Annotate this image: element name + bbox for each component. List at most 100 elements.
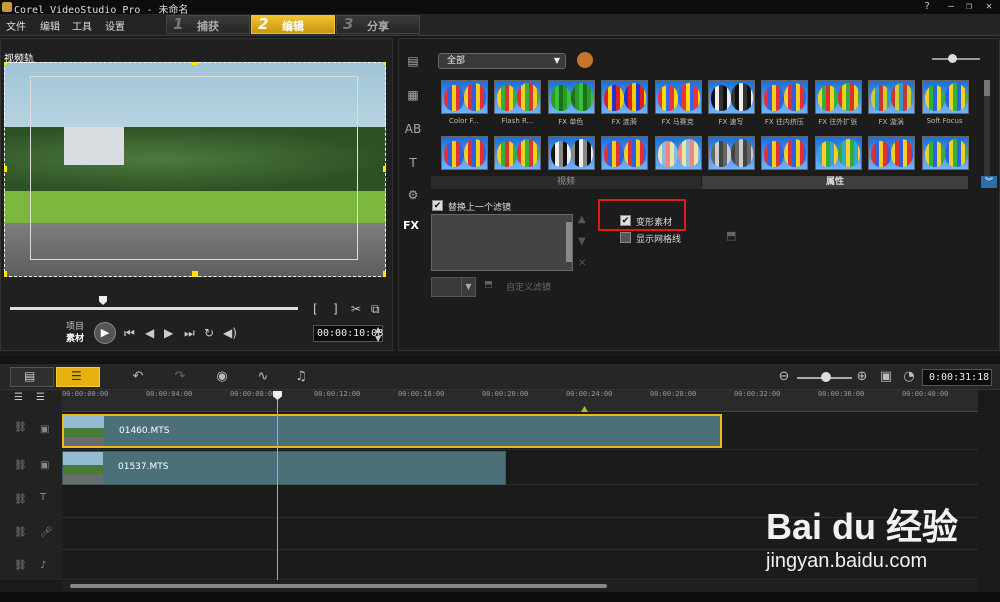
grid-settings-icon[interactable]: ⬒ <box>726 229 742 243</box>
media-icon[interactable]: ▤ <box>404 54 422 70</box>
title-track-lock-icon[interactable]: ⛓ <box>14 494 27 505</box>
maximize-button[interactable]: ❐ <box>962 1 976 13</box>
filter-thumbnail[interactable] <box>921 136 969 170</box>
filter-thumbnail[interactable] <box>654 136 702 170</box>
overlay-clip[interactable]: 01537.MTS <box>62 451 506 485</box>
tab-video[interactable]: 视频 <box>431 176 701 189</box>
step-capture[interactable]: 1 捕获 <box>166 15 250 34</box>
menu-tools[interactable]: 工具 <box>72 18 92 33</box>
filter-thumbnail[interactable] <box>494 136 542 170</box>
volume-icon[interactable]: ◀) <box>223 326 237 340</box>
end-icon[interactable]: ⏭ <box>184 326 195 341</box>
delete-filter-icon[interactable]: ✕ <box>578 258 586 269</box>
fit-project-icon[interactable]: ▣ <box>876 369 896 385</box>
play-mode[interactable]: 项目 素材 <box>66 321 84 345</box>
mark-out-icon[interactable]: ] <box>333 302 338 316</box>
filter-thumbnail[interactable] <box>601 136 649 170</box>
slider-knob[interactable] <box>821 372 831 382</box>
preview-video[interactable] <box>4 62 386 277</box>
filter-thumbnail[interactable] <box>868 80 916 114</box>
title-icon[interactable]: AB <box>404 122 422 138</box>
track-manager-icon[interactable]: ☰ <box>14 392 23 403</box>
timecode-spinner-icon[interactable]: ▲ ▼ <box>375 325 381 343</box>
browse-icon[interactable] <box>577 52 593 68</box>
mode-clip[interactable]: 素材 <box>66 333 84 345</box>
move-up-icon[interactable]: ▲ <box>578 214 586 225</box>
menu-settings[interactable]: 设置 <box>105 18 125 33</box>
enlarge-icon[interactable]: ⧉ <box>371 302 380 317</box>
filter-thumbnail[interactable] <box>547 136 595 170</box>
filter-thumbnail[interactable] <box>601 80 649 114</box>
transform-frame[interactable] <box>30 76 358 260</box>
expand-options-icon[interactable]: ︾ <box>981 176 997 188</box>
timecode-display[interactable]: 00:00:10:08 <box>313 325 383 342</box>
filter-thumbnail[interactable] <box>441 80 488 114</box>
minimize-button[interactable]: — <box>944 1 958 13</box>
zoom-in-icon[interactable]: ⊕ <box>852 369 872 385</box>
preset-dropdown[interactable]: ▼ <box>431 277 476 297</box>
voice-track-lock-icon[interactable]: ⛓ <box>14 527 27 538</box>
filter-thumbnail[interactable] <box>868 136 916 170</box>
panel-splitter[interactable] <box>0 356 1000 364</box>
transition-icon[interactable]: ▦ <box>404 88 422 104</box>
video-clip[interactable]: 01460.MTS <box>62 414 722 448</box>
auto-music-icon[interactable]: ♫ <box>291 369 311 385</box>
timeline-playhead[interactable] <box>277 392 278 580</box>
close-button[interactable]: ✕ <box>982 1 996 13</box>
timeline-ruler[interactable]: 00:00:00:00 00:00:04:00 00:00:08:00 00:0… <box>62 390 978 412</box>
show-grid-checkbox[interactable] <box>620 232 631 243</box>
filter-thumbnail[interactable] <box>761 136 809 170</box>
resize-handle[interactable] <box>4 166 7 172</box>
menu-edit[interactable]: 编辑 <box>40 18 60 33</box>
home-icon[interactable]: ⏮ <box>124 326 135 341</box>
filter-thumbnail[interactable] <box>494 80 542 114</box>
menu-file[interactable]: 文件 <box>6 18 26 33</box>
filter-thumbnail[interactable] <box>654 80 702 114</box>
filter-thumbnail[interactable] <box>708 80 755 114</box>
mark-in-icon[interactable]: [ <box>313 302 318 316</box>
previous-frame-icon[interactable]: ◀ <box>145 326 154 340</box>
help-button[interactable]: ? <box>920 1 934 13</box>
resize-handle[interactable] <box>383 62 386 65</box>
music-track-lock-icon[interactable]: ⛓ <box>14 560 27 571</box>
resize-handle[interactable] <box>192 62 198 65</box>
text-icon[interactable]: T <box>404 156 422 172</box>
timeline-view-button[interactable]: ☰ <box>56 367 100 387</box>
undo-icon[interactable]: ↶ <box>128 369 148 385</box>
chapter-icon[interactable]: ☰ <box>36 392 45 403</box>
filter-list-scrollbar[interactable] <box>566 222 572 262</box>
applied-filters-list[interactable] <box>431 214 573 271</box>
repeat-icon[interactable]: ↻ <box>204 326 214 340</box>
step-edit[interactable]: 2 编辑 <box>251 15 335 34</box>
filter-thumbnail[interactable] <box>814 80 862 114</box>
tab-properties[interactable]: 属性 <box>702 176 968 189</box>
fx-tab[interactable]: FX <box>403 219 425 237</box>
scissors-icon[interactable]: ✂ <box>351 302 361 316</box>
replace-filter-checkbox[interactable]: ✔ <box>432 200 443 211</box>
graphic-icon[interactable]: ⚙ <box>404 188 422 204</box>
move-down-icon[interactable]: ▼ <box>578 236 586 247</box>
resize-handle[interactable] <box>4 271 7 277</box>
sound-mixer-icon[interactable]: ∿ <box>253 369 273 385</box>
filter-thumbnail[interactable] <box>441 136 488 170</box>
mode-project[interactable]: 项目 <box>66 321 84 333</box>
scrollbar-thumb[interactable] <box>984 80 990 96</box>
resize-handle[interactable] <box>383 271 386 277</box>
filter-thumbnail[interactable] <box>814 136 862 170</box>
resize-handle[interactable] <box>192 271 198 277</box>
filter-thumbnail[interactable] <box>921 80 969 114</box>
play-button[interactable]: ▶ <box>94 322 116 344</box>
redo-icon[interactable]: ↷ <box>170 369 190 385</box>
storyboard-view-button[interactable]: ▤ <box>10 367 54 387</box>
overlay-track-icon[interactable]: ⛓ <box>14 460 27 471</box>
resize-handle[interactable] <box>383 166 386 172</box>
step-share[interactable]: 3 分享 <box>336 15 420 34</box>
zoom-out-icon[interactable]: ⊖ <box>774 369 794 385</box>
filter-thumbnail[interactable] <box>547 80 595 114</box>
preview-scrubber[interactable] <box>10 307 298 310</box>
deform-clip-checkbox[interactable]: ✔ <box>620 215 631 226</box>
record-capture-icon[interactable]: ◉ <box>212 369 232 385</box>
video-track-icon[interactable]: ⛓ <box>14 422 27 433</box>
slider-knob[interactable] <box>948 54 957 63</box>
scrollbar-thumb[interactable] <box>70 584 607 588</box>
